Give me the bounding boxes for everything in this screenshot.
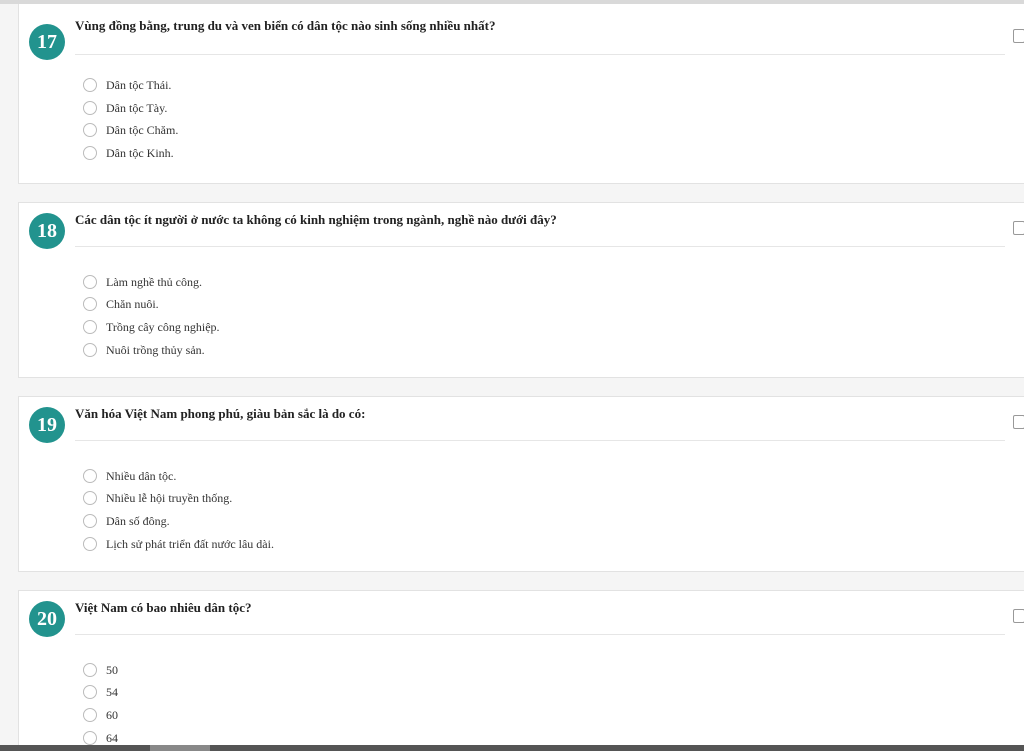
option-label: Dân tộc Tày.: [106, 100, 168, 115]
answer-option[interactable]: Nhiều dân tộc.: [83, 467, 176, 485]
answer-option[interactable]: Dân tộc Tày.: [83, 99, 167, 117]
question-text: Các dân tộc ít người ở nước ta không có …: [75, 212, 557, 227]
answer-option[interactable]: 64: [83, 729, 118, 745]
answer-option[interactable]: Dân số đông.: [83, 512, 170, 530]
option-label: Nuôi trồng thủy sản.: [106, 342, 205, 357]
radio-icon[interactable]: [83, 685, 97, 699]
question-card-17: 17 Vùng đồng bằng, trung du và ven biển …: [18, 4, 1024, 184]
radio-icon[interactable]: [83, 514, 97, 528]
radio-icon[interactable]: [83, 469, 97, 483]
answer-option[interactable]: Chăn nuôi.: [83, 295, 159, 313]
radio-icon[interactable]: [83, 297, 97, 311]
option-label: Dân tộc Thái.: [106, 77, 172, 92]
radio-icon[interactable]: [83, 275, 97, 289]
answer-option[interactable]: Lịch sử phát triển đất nước lâu dài.: [83, 535, 274, 553]
option-label: Chăn nuôi.: [106, 296, 159, 311]
answer-option[interactable]: Dân tộc Thái.: [83, 76, 171, 94]
horizontal-scrollbar[interactable]: [0, 745, 1024, 751]
answer-option[interactable]: Nuôi trồng thủy sản.: [83, 341, 205, 359]
answer-option[interactable]: Dân tộc Kinh.: [83, 144, 174, 162]
scrollbar-thumb[interactable]: [150, 745, 210, 751]
option-label: 54: [106, 684, 118, 699]
question-divider: [75, 440, 1005, 441]
radio-icon[interactable]: [83, 146, 97, 160]
answer-option[interactable]: Trồng cây công nghiệp.: [83, 318, 220, 336]
question-divider: [75, 246, 1005, 247]
option-label: Làm nghề thủ công.: [106, 274, 202, 289]
question-divider: [75, 54, 1005, 55]
flag-checkbox-icon[interactable]: [1013, 221, 1024, 235]
question-list: 17 Vùng đồng bằng, trung du và ven biển …: [0, 4, 1024, 745]
question-text: Việt Nam có bao nhiêu dân tộc?: [75, 600, 252, 615]
radio-icon[interactable]: [83, 663, 97, 677]
radio-icon[interactable]: [83, 731, 97, 745]
option-label: 64: [106, 730, 118, 745]
option-label: Dân tộc Chăm.: [106, 122, 179, 137]
question-text: Văn hóa Việt Nam phong phú, giàu bản sắc…: [75, 406, 366, 421]
option-label: 50: [106, 662, 118, 677]
question-card-18: 18 Các dân tộc ít người ở nước ta không …: [18, 202, 1024, 378]
radio-icon[interactable]: [83, 123, 97, 137]
answer-option[interactable]: 54: [83, 683, 118, 701]
answer-option[interactable]: 50: [83, 661, 118, 679]
question-divider: [75, 634, 1005, 635]
option-label: Dân số đông.: [106, 513, 170, 528]
flag-checkbox-icon[interactable]: [1013, 29, 1024, 43]
radio-icon[interactable]: [83, 78, 97, 92]
answer-option[interactable]: 60: [83, 706, 118, 724]
option-label: 60: [106, 707, 118, 722]
flag-checkbox-icon[interactable]: [1013, 609, 1024, 623]
option-label: Dân tộc Kinh.: [106, 145, 174, 160]
question-number-badge: 18: [29, 213, 65, 249]
radio-icon[interactable]: [83, 101, 97, 115]
question-text: Vùng đồng bằng, trung du và ven biển có …: [75, 18, 496, 33]
answer-option[interactable]: Nhiều lễ hội truyền thống.: [83, 489, 232, 507]
option-label: Nhiều dân tộc.: [106, 468, 177, 483]
radio-icon[interactable]: [83, 537, 97, 551]
question-card-20: 20 Việt Nam có bao nhiêu dân tộc? 50 54 …: [18, 590, 1024, 745]
question-number-badge: 20: [29, 601, 65, 637]
radio-icon[interactable]: [83, 708, 97, 722]
question-number-badge: 19: [29, 407, 65, 443]
option-label: Lịch sử phát triển đất nước lâu dài.: [106, 536, 274, 551]
option-label: Trồng cây công nghiệp.: [106, 319, 220, 334]
answer-option[interactable]: Dân tộc Chăm.: [83, 121, 178, 139]
radio-icon[interactable]: [83, 343, 97, 357]
option-label: Nhiều lễ hội truyền thống.: [106, 490, 233, 505]
answer-option[interactable]: Làm nghề thủ công.: [83, 273, 202, 291]
question-number-badge: 17: [29, 24, 65, 60]
question-card-19: 19 Văn hóa Việt Nam phong phú, giàu bản …: [18, 396, 1024, 572]
flag-checkbox-icon[interactable]: [1013, 415, 1024, 429]
radio-icon[interactable]: [83, 491, 97, 505]
radio-icon[interactable]: [83, 320, 97, 334]
